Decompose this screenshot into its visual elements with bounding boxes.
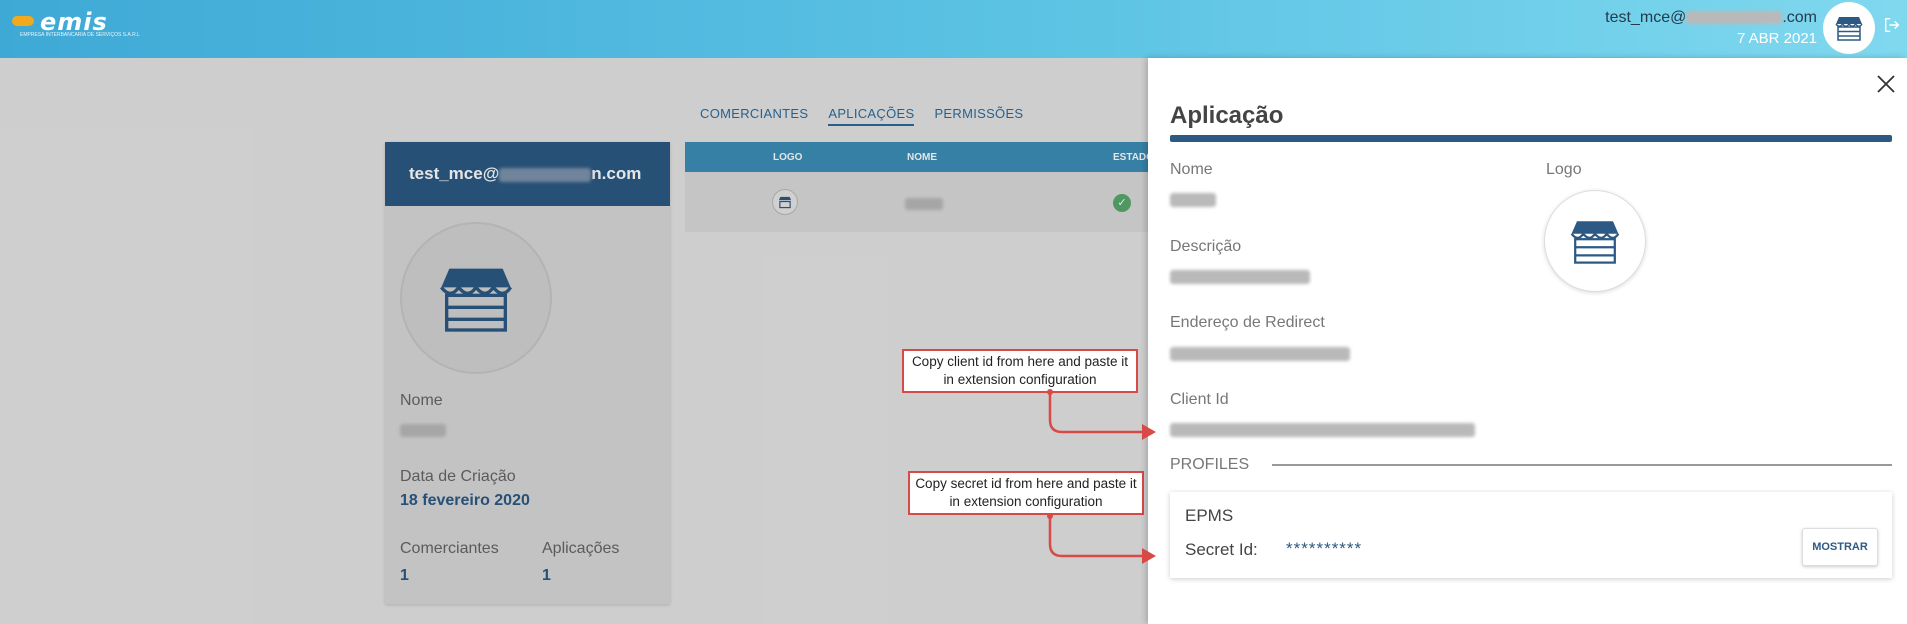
- secret-id-value: **********: [1286, 539, 1363, 558]
- app-logo: [1544, 190, 1646, 292]
- nome-label: Nome: [1170, 161, 1213, 178]
- descricao-label: Descrição: [1170, 238, 1242, 255]
- client-id-annotation: Copy client id from here and paste it in…: [902, 349, 1138, 393]
- logo-label: Logo: [1546, 161, 1582, 178]
- show-secret-button[interactable]: MOSTRAR: [1802, 528, 1878, 566]
- user-email: test_mce@ .com: [1605, 9, 1817, 27]
- store-icon: [1570, 221, 1620, 264]
- emis-logo[interactable]: emis EMPRESA INTERBANCARIA DE SERVIÇOS S…: [10, 8, 150, 40]
- profiles-label: PROFILES: [1170, 456, 1250, 473]
- logo-subtext: EMPRESA INTERBANCARIA DE SERVIÇOS S.A.R.…: [20, 32, 140, 38]
- profile-name: EPMS: [1185, 506, 1234, 525]
- secret-id-annotation: Copy secret id from here and paste it in…: [908, 471, 1144, 515]
- client-id-label: Client Id: [1170, 391, 1229, 408]
- application-panel: Aplicação Nome Logo Descrição Endereço d…: [1148, 58, 1907, 624]
- store-icon: [1835, 17, 1863, 41]
- current-date: 7 ABR 2021: [1736, 30, 1817, 47]
- redacted-text[interactable]: [1170, 423, 1475, 437]
- redacted-text: [1686, 11, 1783, 25]
- logo-mark: [12, 16, 34, 26]
- user-avatar[interactable]: [1823, 2, 1875, 54]
- user-email-prefix: test_mce@: [1605, 9, 1687, 26]
- redacted-text: [1170, 347, 1350, 361]
- profiles-divider: [1272, 464, 1892, 466]
- panel-title-bar: [1170, 135, 1892, 142]
- profile-card: EPMS Secret Id: ********** MOSTRAR: [1170, 492, 1892, 578]
- panel-title: Aplicação: [1170, 102, 1284, 129]
- redacted-text: [1170, 193, 1216, 207]
- user-email-suffix: .com: [1782, 9, 1817, 26]
- top-bar: emis EMPRESA INTERBANCARIA DE SERVIÇOS S…: [0, 0, 1907, 58]
- redacted-text: [1170, 270, 1310, 284]
- logout-icon[interactable]: [1883, 16, 1903, 36]
- overlay-dim[interactable]: [0, 58, 1148, 624]
- secret-id-label: Secret Id:: [1185, 540, 1258, 559]
- close-icon[interactable]: [1877, 74, 1895, 94]
- redirect-label: Endereço de Redirect: [1170, 314, 1325, 331]
